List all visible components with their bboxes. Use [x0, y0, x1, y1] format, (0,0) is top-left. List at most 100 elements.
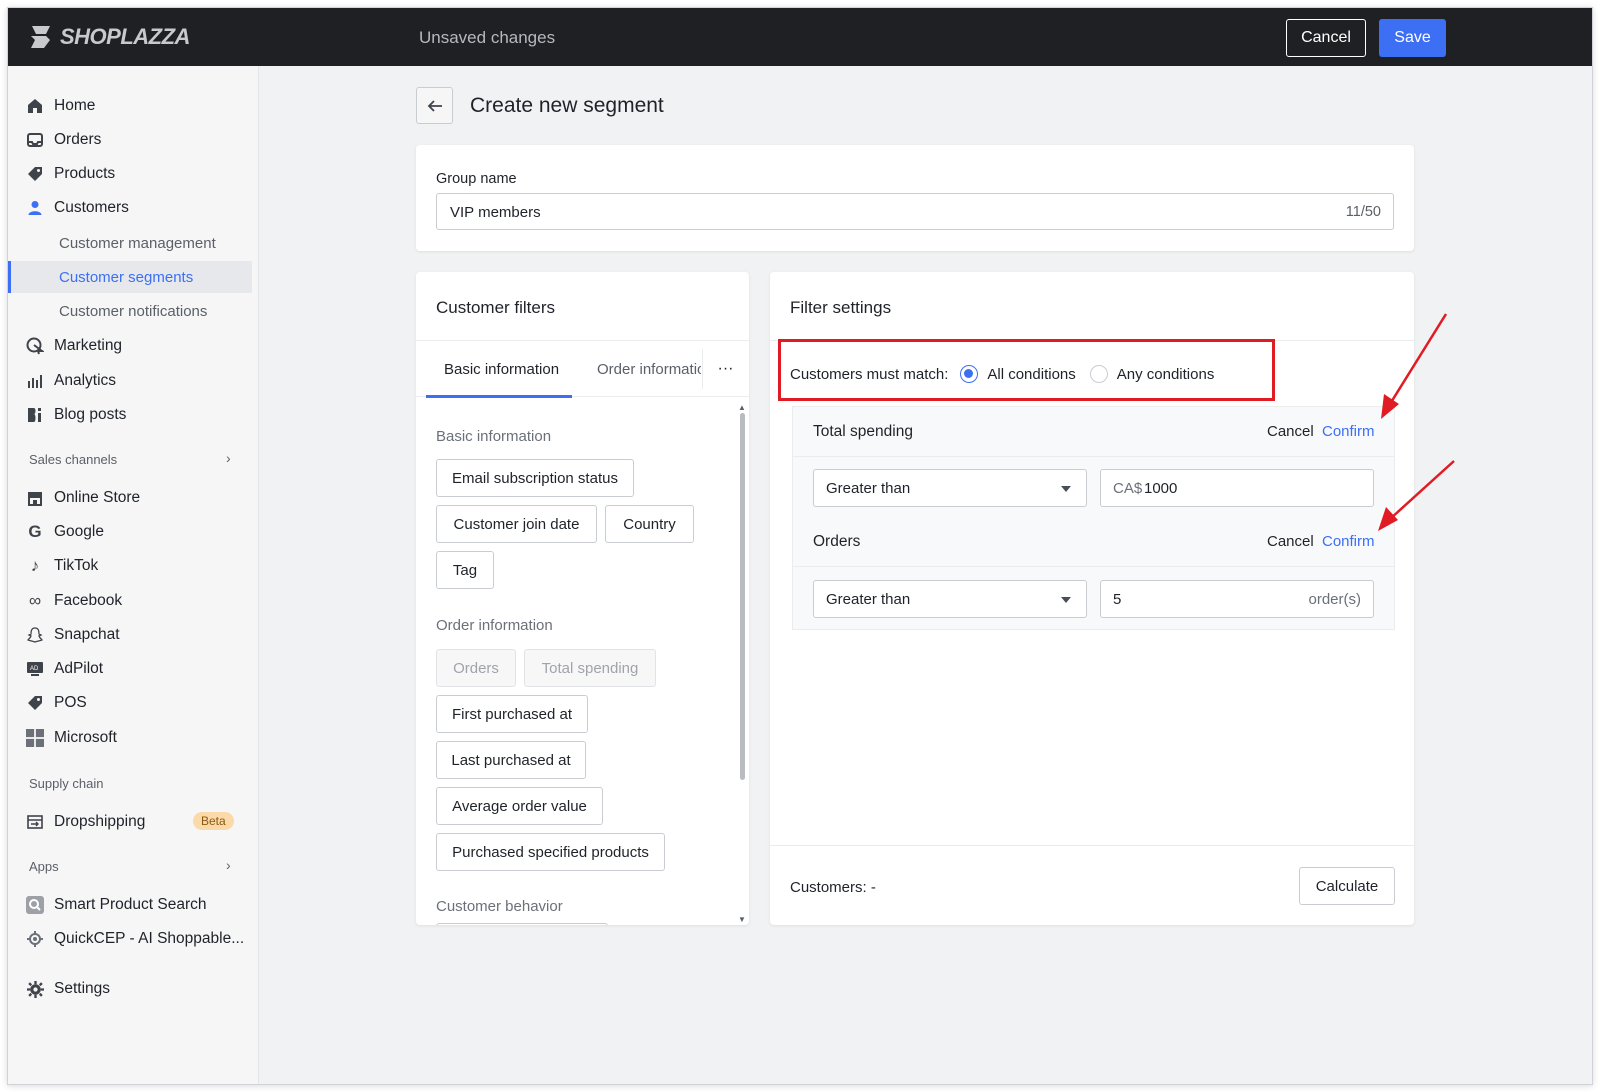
amount-input[interactable]: CA$ 1000	[1100, 469, 1374, 507]
sidebar-subitem-label: Customer notifications	[59, 302, 208, 320]
sidebar-item-label: Marketing	[54, 337, 123, 354]
home-icon	[26, 97, 44, 115]
tab-basic-information[interactable]: Basic information	[444, 361, 559, 378]
filter-chip-customer-join-date[interactable]: Customer join date	[436, 505, 597, 543]
scroll-up-icon[interactable]: ▲	[738, 403, 746, 412]
sidebar-item-snapchat[interactable]: Snapchat	[8, 619, 252, 651]
sidebar-item-facebook[interactable]: ∞ Facebook	[8, 585, 252, 617]
condition-header: Orders Cancel Confirm	[793, 517, 1394, 567]
sidebar-item-dropshipping[interactable]: Dropshipping Beta	[8, 806, 252, 838]
group-name-label: Group name	[436, 171, 517, 187]
filter-group-heading: Basic information	[436, 428, 552, 445]
filter-chip-purchased-specified-products[interactable]: Purchased specified products	[436, 833, 665, 871]
radio-any-conditions[interactable]	[1089, 365, 1108, 383]
group-name-value: VIP members	[450, 204, 541, 221]
orders-input[interactable]: 5 order(s)	[1100, 580, 1374, 618]
sidebar-subitem-customer-management[interactable]: Customer management	[8, 227, 252, 259]
sidebar-item-label: Facebook	[54, 592, 123, 609]
orders-suffix: order(s)	[1308, 591, 1361, 608]
brand-logo[interactable]: SHOPLAZZA	[28, 23, 190, 51]
sidebar-item-label: Orders	[54, 131, 102, 148]
sidebar-item-analytics[interactable]: Analytics	[8, 365, 252, 397]
filter-chip-average-order-value[interactable]: Average order value	[436, 787, 603, 825]
chevron-right-icon[interactable]: ›	[226, 450, 231, 466]
filter-chip-email-subscription-status[interactable]: Email subscription status	[436, 459, 634, 497]
microsoft-icon	[26, 729, 44, 747]
sidebar-item-label: QuickCEP - AI Shoppable...	[54, 930, 245, 947]
calculate-button[interactable]: Calculate	[1299, 867, 1395, 905]
sidebar-item-quickcep[interactable]: QuickCEP - AI Shoppable...	[8, 923, 252, 955]
currency-prefix: CA$	[1113, 480, 1143, 497]
customer-filters-title: Customer filters	[436, 298, 556, 317]
filter-chip-partial[interactable]	[436, 923, 608, 925]
sidebar-item-home[interactable]: Home	[8, 90, 252, 122]
filter-group-heading: Customer behavior	[436, 898, 563, 915]
person-icon	[26, 199, 44, 217]
condition-confirm-link[interactable]: Confirm	[1322, 533, 1375, 550]
sidebar-item-label: Snapchat	[54, 626, 120, 643]
filter-settings-card: Filter settings Customers must match: Al…	[770, 272, 1414, 925]
condition-confirm-link[interactable]: Confirm	[1322, 423, 1375, 440]
scrollbar-thumb[interactable]	[740, 413, 745, 780]
sidebar-item-label: Google	[54, 523, 104, 540]
condition-cancel-link[interactable]: Cancel	[1267, 423, 1314, 440]
chevron-right-icon[interactable]: ›	[226, 857, 231, 873]
scrollbar[interactable]: ▲ ▼	[738, 403, 746, 924]
filter-chip-tag[interactable]: Tag	[436, 551, 494, 589]
shoplazza-logo-icon	[31, 26, 50, 48]
divider	[770, 845, 1414, 846]
sidebar-item-smart-product-search[interactable]: Smart Product Search	[8, 889, 252, 921]
condition-title: Orders	[813, 533, 861, 550]
ad-icon: AD	[26, 660, 44, 678]
ellipsis-icon: ···	[717, 360, 734, 377]
sidebar-item-orders[interactable]: Orders	[8, 124, 252, 156]
operator-value: Greater than	[826, 480, 911, 497]
filter-group-heading: Order information	[436, 617, 553, 634]
google-icon: G	[28, 522, 42, 541]
tag-icon	[26, 165, 44, 183]
sidebar-item-label: Dropshipping	[54, 813, 146, 830]
store-icon	[26, 489, 44, 507]
operator-select[interactable]: Greater than	[813, 580, 1087, 618]
tab-order-information[interactable]: Order informatio	[597, 361, 701, 378]
back-button[interactable]	[416, 87, 453, 124]
meta-icon: ∞	[28, 591, 42, 610]
radio-all-conditions[interactable]	[960, 365, 979, 383]
filter-chip-country[interactable]: Country	[605, 505, 694, 543]
sidebar-item-adpilot[interactable]: AD AdPilot	[8, 653, 252, 685]
sidebar-item-microsoft[interactable]: Microsoft	[8, 722, 252, 754]
sidebar-item-customers[interactable]: Customers	[8, 192, 252, 224]
sidebar-item-blog-posts[interactable]: Blog posts	[8, 399, 252, 431]
filter-chip-last-purchased-at[interactable]: Last purchased at	[436, 741, 586, 779]
match-label: Customers must match:	[790, 365, 949, 383]
sidebar-item-label: POS	[54, 694, 87, 711]
operator-select[interactable]: Greater than	[813, 469, 1087, 507]
sidebar-item-pos[interactable]: POS	[8, 687, 252, 719]
top-save-button[interactable]: Save	[1379, 19, 1446, 57]
sidebar-item-google[interactable]: G Google	[8, 516, 252, 548]
sidebar-item-online-store[interactable]: Online Store	[8, 482, 252, 514]
sidebar-item-label: Analytics	[54, 372, 117, 389]
filter-chip-orders: Orders	[436, 649, 516, 687]
sidebar-item-products[interactable]: Products	[8, 158, 252, 190]
inbox-icon	[26, 131, 44, 149]
sidebar-subitem-customer-notifications[interactable]: Customer notifications	[8, 295, 252, 327]
sidebar: Home Orders Products Customers Customer …	[8, 66, 259, 1084]
filter-chip-first-purchased-at[interactable]: First purchased at	[436, 695, 588, 733]
more-tabs-button[interactable]: ···	[702, 349, 748, 389]
scroll-down-icon[interactable]: ▼	[738, 915, 746, 924]
top-bar: SHOPLAZZA Unsaved changes Cancel Save	[8, 8, 1592, 66]
apps-heading: Apps	[29, 859, 59, 874]
sidebar-item-tiktok[interactable]: ♪ TikTok	[8, 550, 252, 582]
condition-cancel-link[interactable]: Cancel	[1267, 533, 1314, 550]
radio-all-conditions-label[interactable]: All conditions	[987, 366, 1075, 383]
sidebar-item-marketing[interactable]: Marketing	[8, 330, 252, 362]
sidebar-item-label: Settings	[54, 980, 111, 997]
group-name-input[interactable]: VIP members 11/50	[436, 193, 1394, 230]
sidebar-item-settings[interactable]: Settings	[8, 973, 252, 1005]
sidebar-item-label: Online Store	[54, 489, 141, 506]
radio-any-conditions-label[interactable]: Any conditions	[1117, 366, 1215, 383]
sidebar-subitem-customer-segments[interactable]: Customer segments	[8, 261, 252, 293]
arrow-left-icon	[427, 99, 442, 112]
top-cancel-button[interactable]: Cancel	[1286, 19, 1366, 57]
